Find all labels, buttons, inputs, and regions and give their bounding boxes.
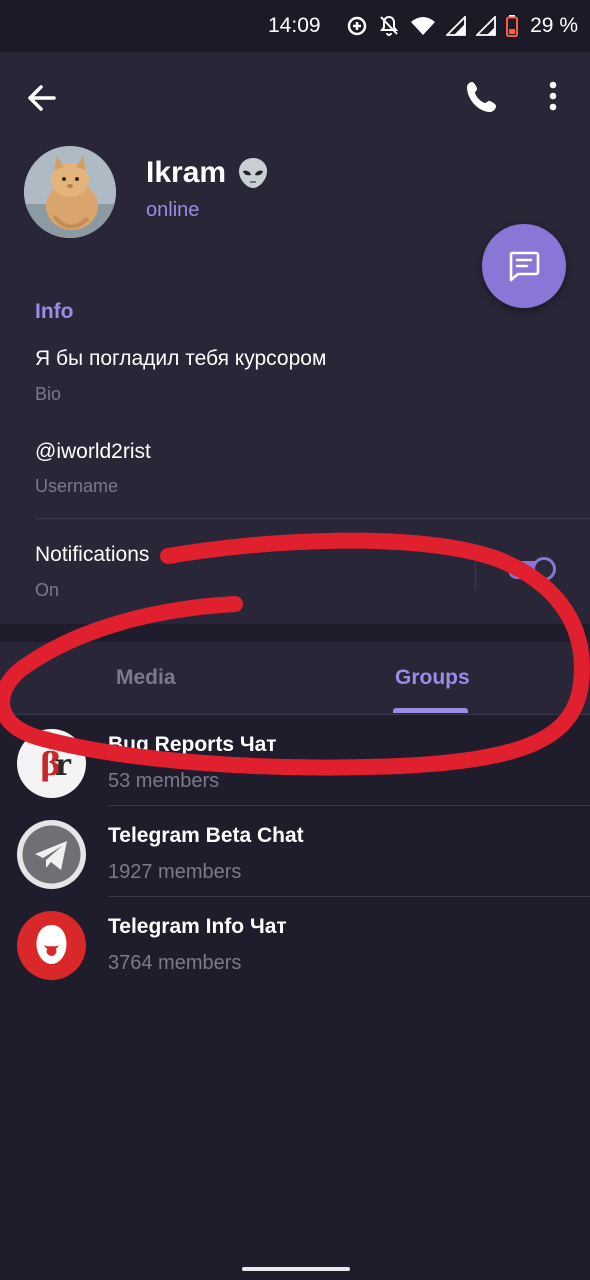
notifications-toggle[interactable] [506, 557, 558, 583]
tab-groups[interactable]: Groups [395, 666, 470, 690]
phone-icon [467, 82, 496, 112]
profile-avatar[interactable] [24, 146, 116, 238]
more-options-button[interactable] [538, 76, 568, 116]
group-members: 3764 members [108, 952, 242, 974]
cat-photo [24, 146, 116, 238]
profile-screen: 14:09 29 % Ikram online Info Я бы поглад… [0, 0, 590, 1280]
status-time: 14:09 [268, 14, 321, 37]
profile-name: Ikram [146, 156, 227, 189]
list-item[interactable]: Telegram Beta Chat 1927 members [0, 806, 590, 897]
battery-icon [506, 15, 519, 37]
toggle-knob [532, 557, 556, 581]
battery-percent: 29 % [530, 14, 578, 37]
profile-status: online [146, 199, 200, 221]
notifications-label: On [35, 580, 60, 600]
group-name: Telegram Beta Chat [108, 824, 304, 847]
more-vert-icon [549, 81, 557, 111]
username-label: Username [35, 476, 119, 496]
group-name: Bug Reports Чат [108, 733, 277, 756]
divider [35, 518, 590, 519]
signal-icon [476, 16, 497, 36]
notifications-off-icon [380, 15, 399, 36]
group-members: 53 members [108, 770, 220, 792]
list-item[interactable]: Telegram Info Чат 3764 members [0, 897, 590, 988]
group-members: 1927 members [108, 861, 242, 883]
telegram-info-logo-icon [17, 911, 86, 980]
shared-media-tabs: Media Groups [0, 642, 590, 715]
list-item[interactable]: β r Bug Reports Чат 53 members [0, 715, 590, 806]
profile-name-row: Ikram [146, 156, 270, 190]
bio-value: Я бы погладил тебя курсором [35, 347, 327, 370]
info-section: Info Я бы погладил тебя курсором Bio @iw… [0, 270, 590, 624]
alien-icon [239, 158, 268, 188]
back-button[interactable] [22, 78, 62, 118]
tab-media[interactable]: Media [116, 666, 176, 690]
info-section-title: Info [35, 300, 74, 323]
wifi-icon [411, 17, 436, 35]
bio-label: Bio [35, 384, 62, 404]
svg-text:r: r [55, 748, 72, 783]
telegram-plane-icon [17, 820, 86, 889]
toggle-separator [475, 552, 476, 590]
call-button[interactable] [463, 76, 503, 116]
gesture-nav-handle[interactable] [242, 1267, 350, 1271]
group-name: Telegram Info Чат [108, 915, 287, 938]
send-message-button[interactable] [482, 224, 566, 308]
status-bar: 14:09 29 % [0, 0, 590, 52]
status-icons: 29 % [346, 12, 578, 40]
message-icon [509, 251, 540, 282]
username-value: @iworld2rist [35, 440, 151, 463]
signal-icon [446, 16, 467, 36]
notifications-value: Notifications [35, 543, 150, 566]
data-saver-icon [347, 16, 367, 36]
tab-active-indicator [393, 708, 468, 713]
br-logo-icon: β r [17, 729, 86, 798]
arrow-back-icon [28, 85, 56, 111]
